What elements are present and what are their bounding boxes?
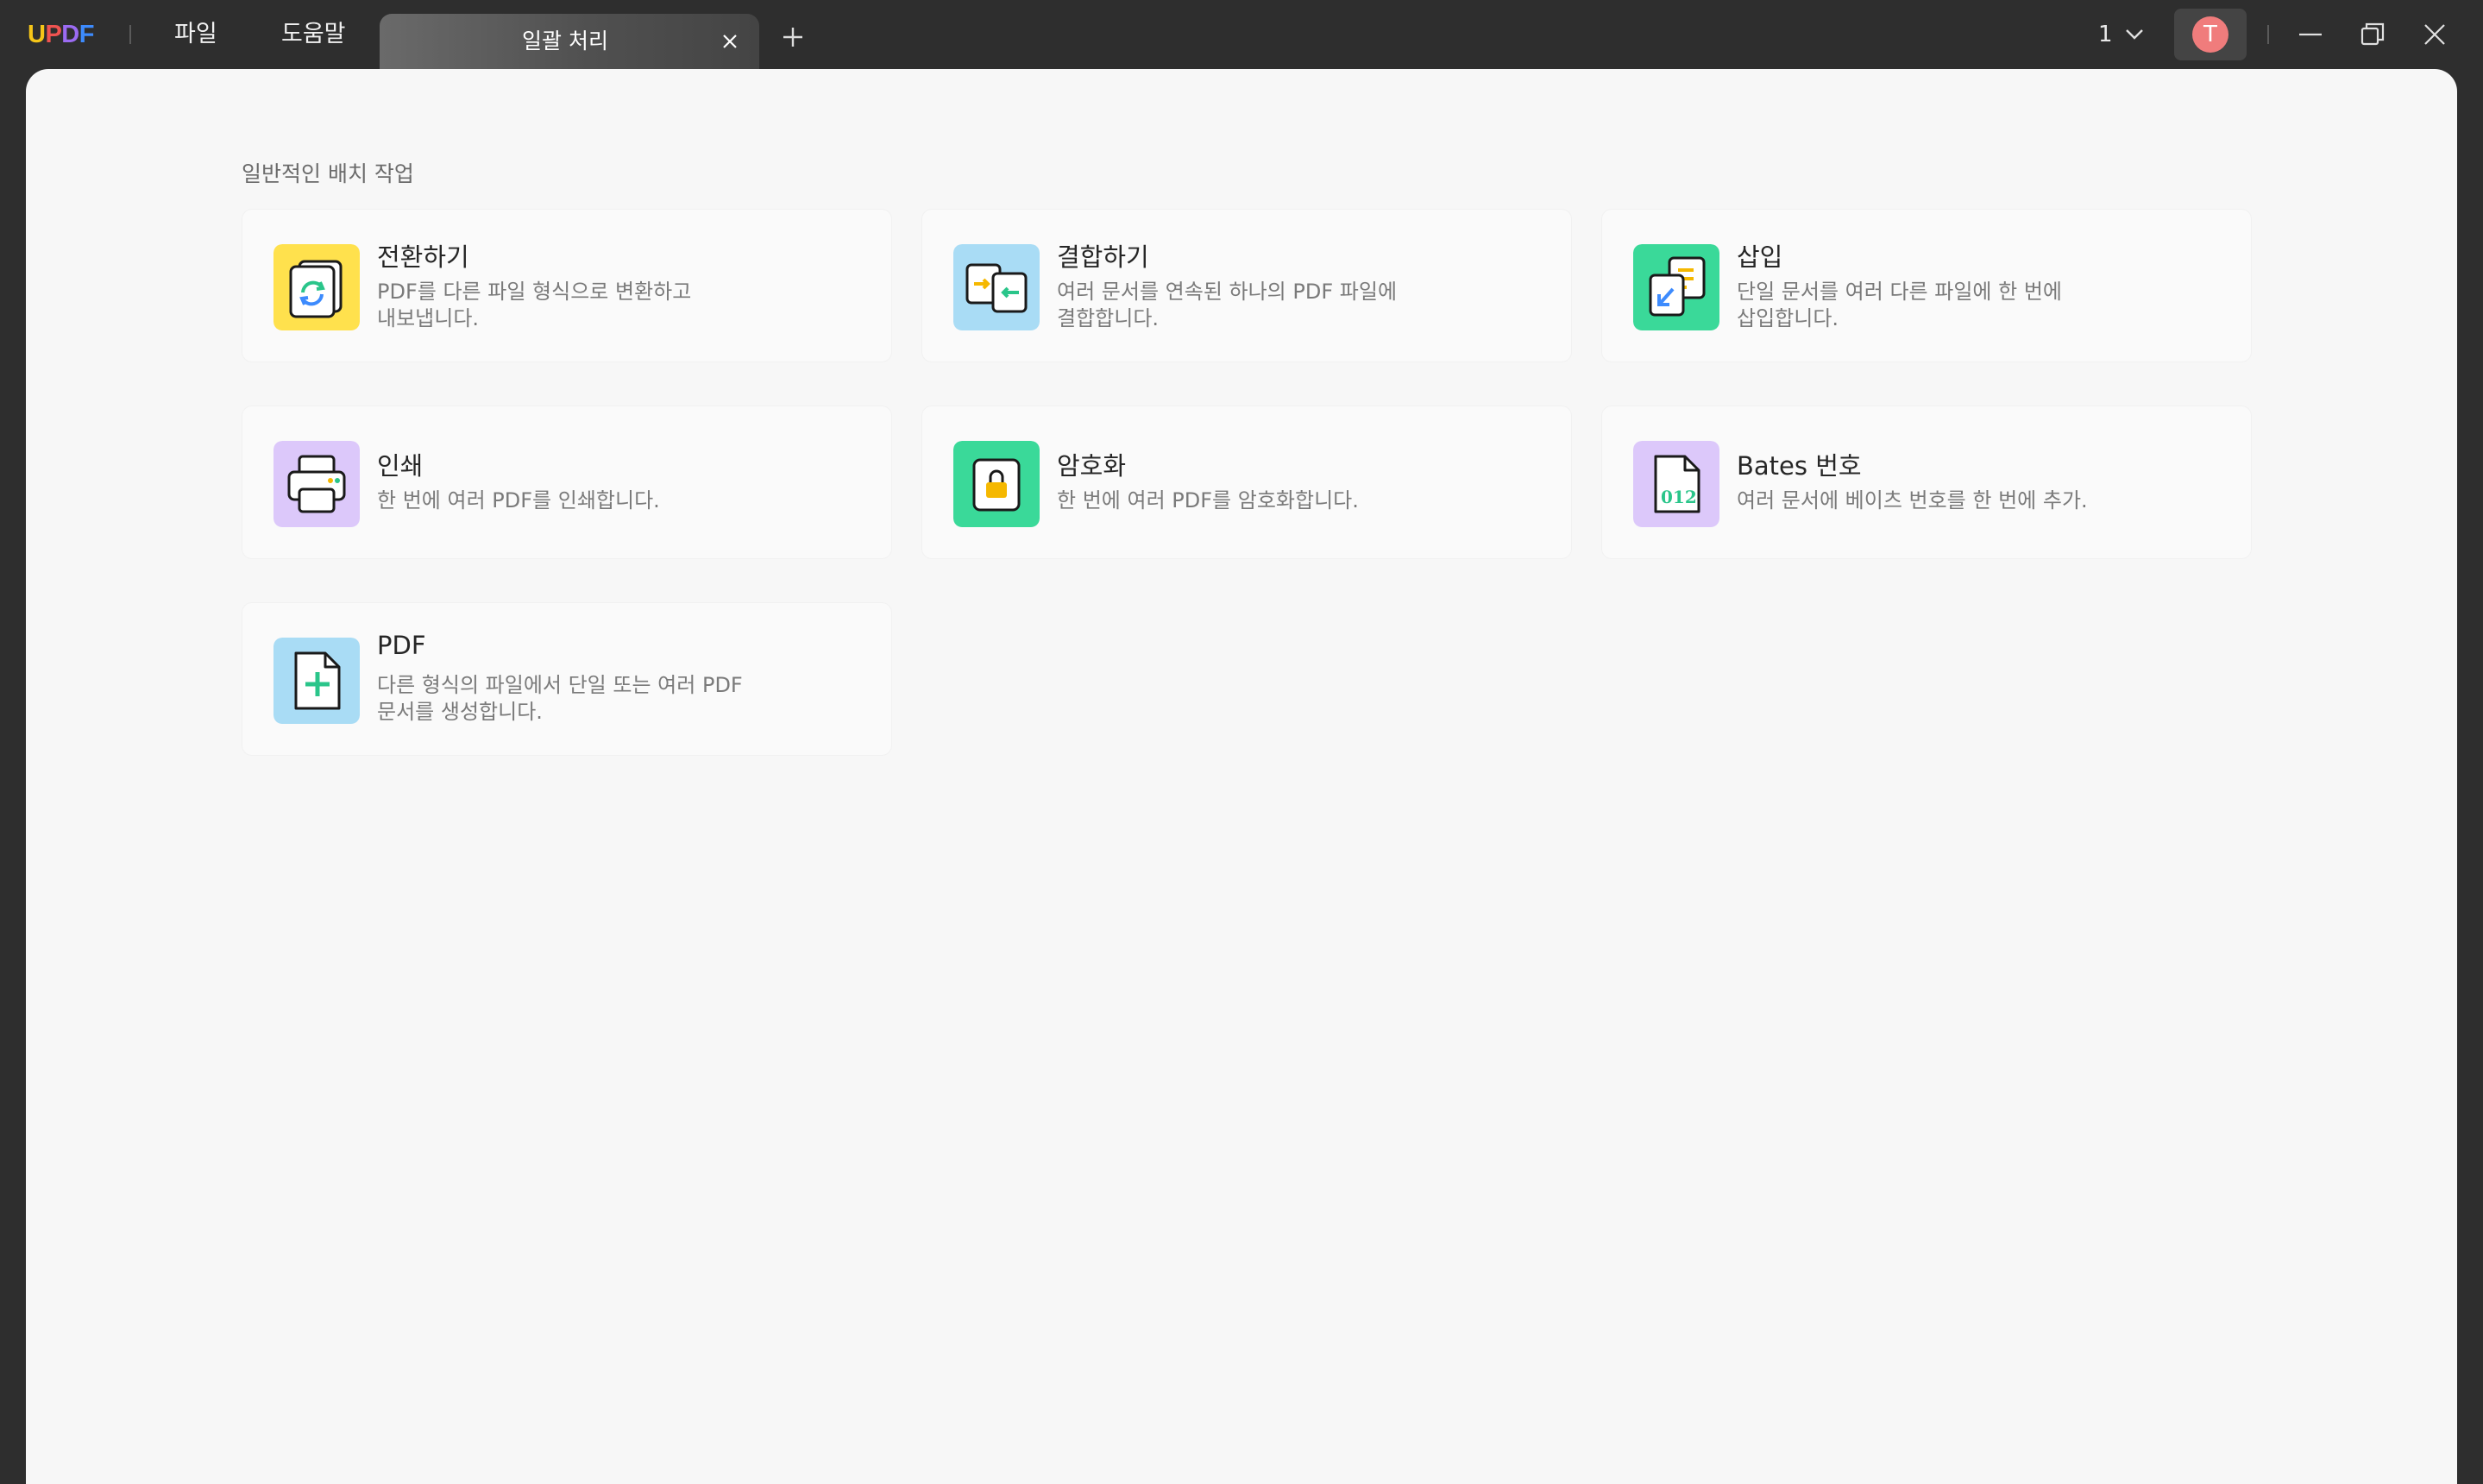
combine-icon xyxy=(953,244,1040,330)
menu-file[interactable]: 파일 xyxy=(174,16,217,53)
minimize-icon[interactable] xyxy=(2295,19,2326,50)
card-title: 암호화 xyxy=(1057,451,1127,481)
svg-text:012: 012 xyxy=(1661,487,1697,507)
card-print[interactable]: 인쇄 한 번에 여러 PDF를 인쇄합니다. xyxy=(242,406,892,559)
card-combine[interactable]: 결합하기 여러 문서를 연속된 하나의 PDF 파일에 결합합니다. xyxy=(921,209,1572,362)
chevron-down-icon xyxy=(2125,29,2143,40)
card-title: 전환하기 xyxy=(377,242,469,272)
card-description: 여러 문서에 베이츠 번호를 한 번에 추가. xyxy=(1737,488,2088,512)
menu-help[interactable]: 도움말 xyxy=(281,16,346,53)
card-bates-number[interactable]: 012 Bates 번호 여러 문서에 베이츠 번호를 한 번에 추가. xyxy=(1601,406,2252,559)
card-title: Bates 번호 xyxy=(1737,451,1862,481)
card-description: PDF를 다른 파일 형식으로 변환하고 내보냅니다. xyxy=(377,280,692,330)
card-description: 한 번에 여러 PDF를 암호화합니다. xyxy=(1057,488,1359,512)
close-icon[interactable] xyxy=(720,31,740,52)
card-description: 단일 문서를 여러 다른 파일에 한 번에 삽입합니다. xyxy=(1737,280,2062,330)
add-tab-icon[interactable] xyxy=(780,24,806,50)
card-convert[interactable]: 전환하기 PDF를 다른 파일 형식으로 변환하고 내보냅니다. xyxy=(242,209,892,362)
divider xyxy=(129,25,131,44)
updf-logo[interactable]: UPDF xyxy=(28,17,94,52)
card-description: 다른 형식의 파일에서 단일 또는 여러 PDF 문서를 생성합니다. xyxy=(377,673,743,724)
card-title: 삽입 xyxy=(1737,242,1783,272)
title-bar: UPDF 파일 도움말 일괄 처리 1 T xyxy=(0,0,2483,69)
insert-icon xyxy=(1633,244,1719,330)
tab-label: 일괄 처리 xyxy=(522,28,608,53)
batch-content-panel: 일반적인 배치 작업 전환하기 PDF를 다른 파일 형식으로 변환하고 내보냅니… xyxy=(26,69,2457,1484)
tab-batch-process[interactable]: 일괄 처리 xyxy=(380,14,759,69)
section-title: 일반적인 배치 작업 xyxy=(242,161,414,186)
avatar: T xyxy=(2192,16,2228,53)
restore-icon[interactable] xyxy=(2357,19,2388,50)
card-title: 인쇄 xyxy=(377,451,424,481)
account-button[interactable]: T xyxy=(2174,9,2247,60)
page-number: 1 xyxy=(2098,22,2113,47)
divider xyxy=(2267,25,2269,44)
card-description: 여러 문서를 연속된 하나의 PDF 파일에 결합합니다. xyxy=(1057,280,1398,330)
create-pdf-icon xyxy=(273,638,360,724)
card-description: 한 번에 여러 PDF를 인쇄합니다. xyxy=(377,488,660,512)
card-encrypt[interactable]: 암호화 한 번에 여러 PDF를 암호화합니다. xyxy=(921,406,1572,559)
card-title: 결합하기 xyxy=(1057,242,1149,272)
encrypt-icon xyxy=(953,441,1040,527)
bates-number-icon: 012 xyxy=(1633,441,1719,527)
convert-icon xyxy=(273,244,360,330)
close-window-icon[interactable] xyxy=(2419,19,2450,50)
card-insert[interactable]: 삽입 단일 문서를 여러 다른 파일에 한 번에 삽입합니다. xyxy=(1601,209,2252,362)
print-icon xyxy=(273,441,360,527)
card-create-pdf[interactable]: PDF 다른 형식의 파일에서 단일 또는 여러 PDF 문서를 생성합니다. xyxy=(242,602,892,756)
page-selector[interactable]: 1 xyxy=(2098,17,2144,52)
card-title: PDF xyxy=(377,631,426,660)
